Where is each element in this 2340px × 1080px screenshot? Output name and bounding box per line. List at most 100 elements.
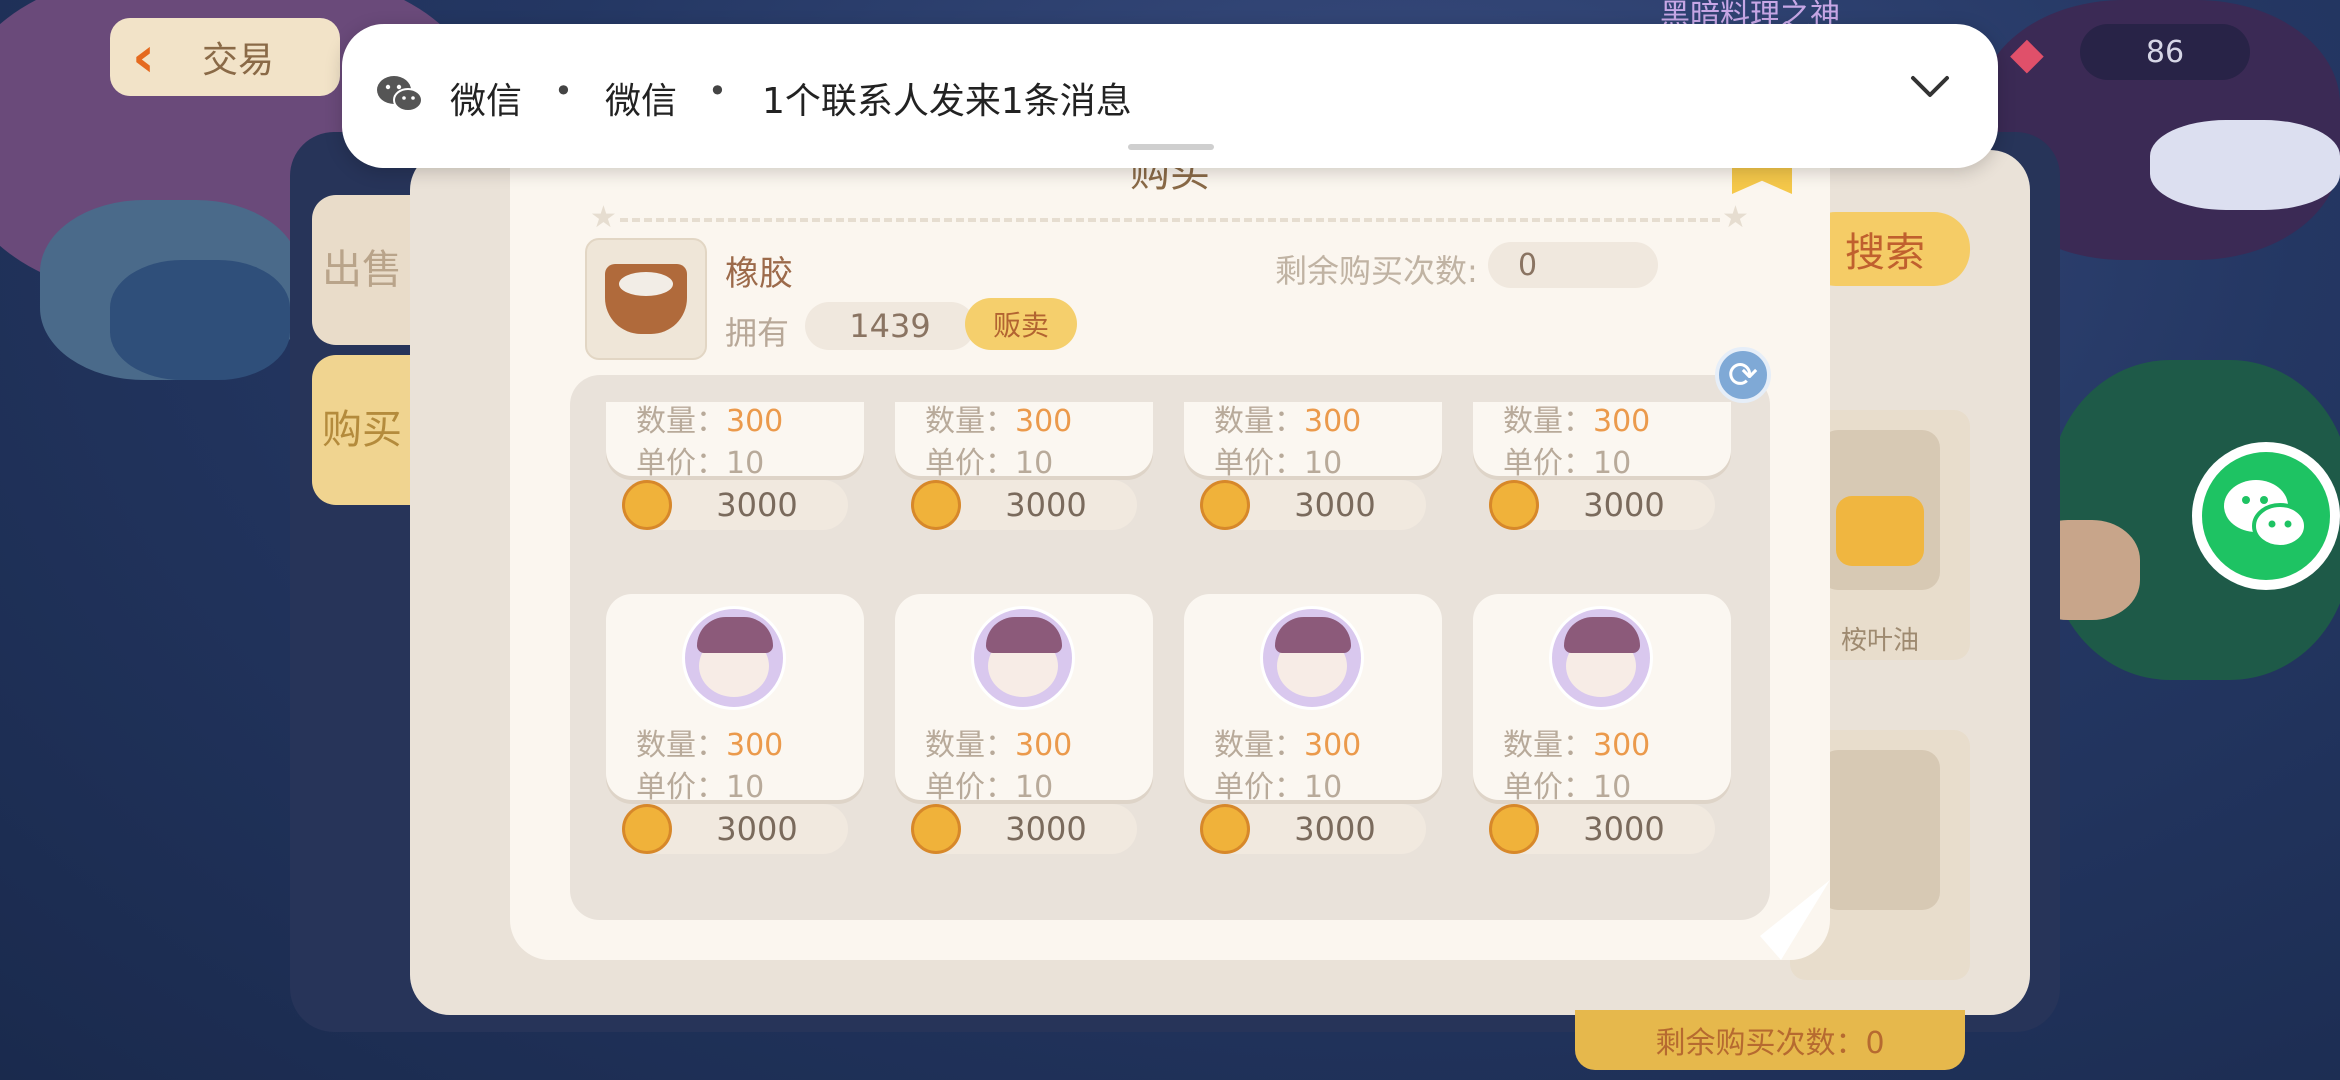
quantity-label: 数量： — [636, 404, 726, 439]
notification-message: 1个联系人发来1条消息 — [762, 81, 1132, 122]
trade-title: 交易 — [202, 40, 275, 81]
quantity-label: 数量： — [925, 728, 1015, 763]
price-label: 单价： — [1214, 770, 1304, 805]
listing-unit-price: 单价：10 — [925, 438, 1053, 482]
quantity-label: 数量： — [636, 728, 726, 763]
notification-source: 微信 — [605, 81, 678, 122]
coin-icon — [622, 804, 672, 854]
coin-icon — [911, 804, 961, 854]
coin-icon — [1489, 804, 1539, 854]
notification-banner[interactable]: 微信 • 微信 • 1个联系人发来1条消息 — [342, 24, 1998, 168]
quantity-value: 300 — [1593, 404, 1651, 439]
seller-avatar — [1260, 606, 1364, 710]
listing-total[interactable]: 3000 — [1200, 804, 1426, 854]
listing-quantity: 数量：300 — [1503, 720, 1650, 764]
listing-card[interactable]: 数量：300 单价：10 3000 — [1473, 594, 1731, 854]
remaining-purchases-value: 0 — [1488, 242, 1658, 288]
listing-quantity: 数量：300 — [925, 402, 1072, 440]
coin-icon — [911, 480, 961, 530]
quantity-value: 300 — [1015, 728, 1073, 763]
price-value: 10 — [1593, 770, 1632, 805]
listing-unit-price: 单价：10 — [1214, 762, 1342, 806]
bowl-icon — [605, 264, 687, 334]
listing-unit-price: 单价：10 — [636, 438, 764, 482]
quantity-label: 数量： — [1214, 728, 1304, 763]
star-icon: ★ — [1722, 200, 1749, 235]
listing-quantity: 数量：300 — [1503, 402, 1650, 440]
wechat-float-icon — [2202, 452, 2330, 580]
listing-card[interactable]: 数量：300 单价：10 3000 — [606, 402, 864, 530]
total-price: 3000 — [716, 810, 798, 848]
price-label: 单价： — [636, 770, 726, 805]
wechat-icon — [376, 74, 424, 118]
notification-app-name: 微信 — [450, 81, 523, 122]
price-label: 单价： — [925, 770, 1015, 805]
listing-quantity: 数量：300 — [1214, 720, 1361, 764]
listing-quantity: 数量：300 — [1214, 402, 1361, 440]
listing-total[interactable]: 3000 — [1489, 804, 1715, 854]
quantity-value: 300 — [726, 728, 784, 763]
listing-card[interactable]: 数量：300 单价：10 3000 — [1473, 402, 1731, 530]
price-label: 单价： — [1503, 446, 1593, 481]
rubber-item-icon — [585, 238, 707, 360]
quantity-label: 数量： — [1503, 728, 1593, 763]
divider — [620, 218, 1720, 222]
listing-grid[interactable]: 数量：300 单价：10 3000 数量：300 单价：10 3000 数量：300 单价：1… — [590, 402, 1750, 902]
price-label: 单价： — [1214, 446, 1304, 481]
listing-unit-price: 单价：10 — [1503, 438, 1631, 482]
item-name: 橡胶 — [725, 254, 793, 294]
price-value: 10 — [1304, 446, 1343, 481]
separator: • — [708, 72, 727, 110]
listing-card[interactable]: 数量：300 单价：10 3000 — [1184, 594, 1442, 854]
chevron-down-icon[interactable] — [1910, 74, 1950, 104]
drag-handle[interactable] — [1128, 144, 1214, 150]
tab-sell[interactable]: 出售 — [312, 195, 412, 345]
listing-card[interactable]: 数量：300 单价：10 3000 — [1184, 402, 1442, 530]
coin-icon — [622, 480, 672, 530]
seller-avatar — [1549, 606, 1653, 710]
total-price: 3000 — [1583, 486, 1665, 524]
listing-total[interactable]: 3000 — [622, 804, 848, 854]
listing-card[interactable]: 数量：300 单价：10 3000 — [606, 594, 864, 854]
currency-counter: 86 — [2080, 24, 2250, 80]
total-price: 3000 — [1005, 486, 1087, 524]
listing-card[interactable]: 数量：300 单价：10 3000 — [895, 402, 1153, 530]
price-value: 10 — [1593, 446, 1632, 481]
sell-button[interactable]: 贩卖 — [965, 298, 1077, 350]
quantity-value: 300 — [1593, 728, 1651, 763]
listing-card[interactable]: 数量：300 单价：10 3000 — [895, 594, 1153, 854]
remaining-purchases-label: 剩余购买次数: — [1275, 252, 1478, 290]
cloud — [2150, 120, 2340, 210]
tab-buy[interactable]: 购买 — [312, 355, 412, 505]
coin-icon — [1200, 804, 1250, 854]
total-price: 3000 — [1294, 486, 1376, 524]
quantity-label: 数量： — [925, 404, 1015, 439]
listing-unit-price: 单价：10 — [1503, 762, 1631, 806]
total-price: 3000 — [716, 486, 798, 524]
price-label: 单价： — [636, 446, 726, 481]
listing-total[interactable]: 3000 — [911, 480, 1137, 530]
listing-total[interactable]: 3000 — [911, 804, 1137, 854]
trade-back-button[interactable]: ‹ 交易 — [110, 18, 340, 96]
listing-unit-price: 单价：10 — [636, 762, 764, 806]
listing-total[interactable]: 3000 — [1200, 480, 1426, 530]
price-value: 10 — [1015, 770, 1054, 805]
price-label: 单价： — [1503, 770, 1593, 805]
listing-quantity: 数量：300 — [636, 402, 783, 440]
refresh-icon[interactable]: ⟳ — [1715, 347, 1771, 403]
total-price: 3000 — [1294, 810, 1376, 848]
garlic-icon — [1820, 750, 1940, 910]
remaining-purchases-bar: 剩余购买次数：0 — [1575, 1010, 1965, 1070]
price-label: 单价： — [925, 446, 1015, 481]
wechat-float-button[interactable] — [2192, 442, 2340, 590]
van — [110, 260, 290, 380]
listing-total[interactable]: 3000 — [1489, 480, 1715, 530]
listing-total[interactable]: 3000 — [622, 480, 848, 530]
total-price: 3000 — [1583, 810, 1665, 848]
seller-avatar — [971, 606, 1075, 710]
own-count: 1439 — [805, 302, 975, 350]
separator: • — [554, 72, 573, 110]
quantity-value: 300 — [1304, 728, 1362, 763]
listing-quantity: 数量：300 — [925, 720, 1072, 764]
gem-icon: ◆ — [2010, 28, 2044, 79]
